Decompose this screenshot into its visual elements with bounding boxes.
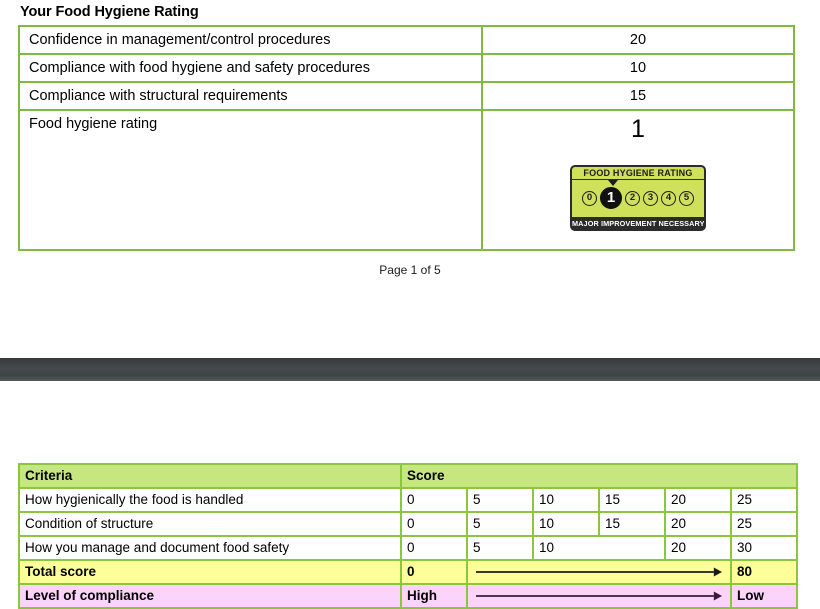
right-arrow-icon [476,591,722,601]
page-title: Your Food Hygiene Rating [20,4,199,20]
score-cell-merged: 10 [532,535,666,561]
fhrs-badge-wrapper: FOOD HYGIENE RATING 0 1 2 3 4 5 MAJOR IM… [483,164,793,231]
header-score: Score [400,463,798,489]
page-number-footer: Page 1 of 5 [379,263,441,277]
criteria-label: How you manage and document food safety [18,535,402,561]
badge-scale-0: 0 [582,190,597,206]
total-score-arrow-cell [466,559,732,585]
compliance-start: High [400,583,468,609]
rating-row-value: 20 [481,24,795,56]
table-row: Confidence in management/control procedu… [18,24,795,56]
score-cell: 0 [400,511,468,537]
table-row: Compliance with structural requirements … [18,81,795,112]
score-cell: 10 [532,487,600,513]
criteria-label: How hygienically the food is handled [18,487,402,513]
table-row: Compliance with food hygiene and safety … [18,53,795,84]
score-cell: 25 [730,487,798,513]
rating-row-value: 15 [481,81,795,112]
score-cell: 5 [466,535,534,561]
compliance-label: Level of compliance [18,583,402,609]
score-cell: 10 [532,511,600,537]
badge-scale-2: 2 [625,190,640,206]
scoring-criteria-table: Criteria Score How hygienically the food… [18,463,798,609]
total-score-label: Total score [18,559,402,585]
score-cell: 20 [664,487,732,513]
total-score-row: Total score 0 80 [18,559,798,585]
rating-row-label: Compliance with structural requirements [18,81,483,112]
badge-footer-text: MAJOR IMPROVEMENT NECESSARY [572,217,704,229]
score-cell: 0 [400,487,468,513]
compliance-arrow-cell [466,583,732,609]
rating-row-value: 10 [481,53,795,84]
criteria-label: Condition of structure [18,511,402,537]
food-hygiene-rating-table: Confidence in management/control procedu… [18,24,795,252]
page-break-separator [0,358,820,381]
score-cell: 0 [400,535,468,561]
total-score-start: 0 [400,559,468,585]
table-row: Condition of structure 0 5 10 15 20 25 [18,511,798,537]
table-row: Food hygiene rating 1 FOOD HYGIENE RATIN… [18,109,795,252]
score-cell: 30 [730,535,798,561]
rating-row-label: Food hygiene rating [18,109,483,252]
food-hygiene-rating-badge: FOOD HYGIENE RATING 0 1 2 3 4 5 MAJOR IM… [570,164,706,231]
total-score-end: 80 [730,559,798,585]
score-cell: 5 [466,487,534,513]
score-cell: 20 [664,535,732,561]
score-cell: 5 [466,511,534,537]
score-cell: 15 [598,511,666,537]
header-criteria: Criteria [18,463,402,489]
right-arrow-icon [476,567,722,577]
score-cell: 20 [664,511,732,537]
badge-pointer-icon [608,179,618,186]
table-header-row: Criteria Score [18,463,798,489]
badge-scale-1-active: 1 [600,187,622,210]
score-cell: 15 [598,487,666,513]
badge-scale-5: 5 [679,190,694,206]
badge-scale-4: 4 [661,190,676,206]
badge-scale: 0 1 2 3 4 5 [572,179,704,217]
score-cell: 25 [730,511,798,537]
food-hygiene-rating-number: 1 [631,115,645,144]
compliance-end: Low [730,583,798,609]
badge-title: FOOD HYGIENE RATING [572,166,704,179]
table-row: How hygienically the food is handled 0 5… [18,487,798,513]
badge-scale-3: 3 [643,190,658,206]
rating-row-label: Confidence in management/control procedu… [18,24,483,56]
table-row: How you manage and document food safety … [18,535,798,561]
level-of-compliance-row: Level of compliance High Low [18,583,798,609]
rating-row-label: Compliance with food hygiene and safety … [18,53,483,84]
rating-row-value-cell: 1 FOOD HYGIENE RATING 0 1 2 3 4 5 MAJOR … [481,109,795,252]
